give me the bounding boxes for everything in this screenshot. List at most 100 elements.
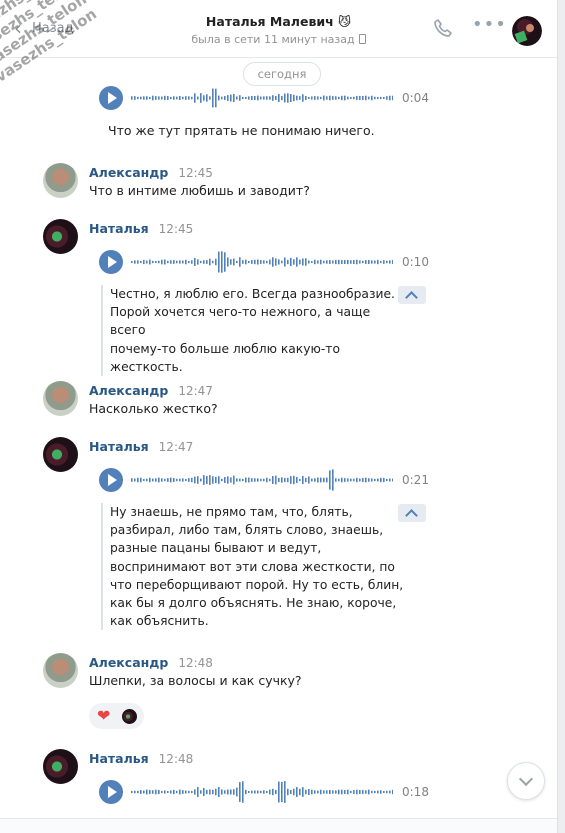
waveform-bar [200, 260, 202, 264]
author-name[interactable]: Наталья [89, 221, 149, 236]
waveform-bar [371, 260, 373, 264]
waveform-bar [296, 95, 298, 101]
audio-duration: 0:18 [402, 785, 429, 799]
audio-message: 0:18 [99, 780, 429, 806]
waveform-bar [233, 258, 235, 266]
waveform-bar [326, 96, 328, 100]
message-time: 12:47 [178, 384, 213, 398]
waveform-bar [389, 790, 391, 794]
waveform-bar [317, 260, 319, 264]
waveform-bar [209, 789, 211, 795]
message-author[interactable]: Александр 12:47 [89, 383, 213, 398]
message-author[interactable]: Александр 12:45 [89, 165, 213, 180]
message-composer[interactable] [0, 818, 557, 833]
audio-transcript: Ну знаешь, не прямо там, что, блять, раз… [101, 503, 406, 631]
waveform-bar [302, 475, 304, 485]
waveform-bar [152, 790, 154, 794]
waveform-bar [359, 789, 361, 795]
waveform-bar [365, 260, 367, 264]
waveform-bar [209, 96, 211, 100]
waveform-bar [140, 790, 142, 794]
waveform-bar [140, 260, 142, 264]
waveform-bar [218, 95, 220, 101]
message-text: Что в интиме любишь и заводит? [89, 183, 310, 198]
waveform-bar [380, 96, 382, 100]
avatar[interactable] [43, 163, 78, 198]
waveform-bar [227, 95, 229, 101]
collapse-transcript-button[interactable] [398, 504, 426, 522]
waveform-bar [371, 95, 373, 101]
waveform-bar [275, 95, 277, 101]
more-icon[interactable]: ••• [472, 16, 507, 34]
waveform-bar [245, 96, 247, 100]
avatar[interactable] [43, 749, 78, 784]
waveform-bar [200, 790, 202, 794]
waveform-bar [323, 95, 325, 101]
play-icon[interactable] [99, 86, 123, 110]
waveform-bar [335, 96, 337, 100]
waveform-bar [353, 260, 355, 264]
message-reactions[interactable]: ❤ [89, 703, 144, 729]
audio-waveform[interactable] [131, 468, 393, 492]
avatar[interactable] [43, 381, 78, 416]
avatar[interactable] [43, 219, 78, 254]
waveform-bar [371, 790, 373, 794]
avatar[interactable] [43, 437, 78, 472]
author-name[interactable]: Александр [89, 655, 168, 670]
scroll-to-bottom-button[interactable] [507, 762, 545, 800]
waveform-bar [353, 96, 355, 100]
play-icon[interactable] [99, 780, 123, 804]
waveform-bar [392, 478, 393, 482]
waveform-bar [356, 477, 358, 483]
audio-waveform[interactable] [131, 86, 393, 110]
waveform-bar [311, 789, 313, 795]
peer-avatar[interactable] [512, 16, 542, 46]
message-author[interactable]: Наталья 12:48 [89, 751, 193, 766]
waveform-bar [374, 96, 376, 100]
waveform-bar [236, 260, 238, 264]
waveform-bar [269, 259, 271, 265]
collapse-transcript-button[interactable] [398, 286, 426, 304]
waveform-bar [368, 478, 370, 482]
author-name[interactable]: Наталья [89, 751, 149, 766]
waveform-bar [359, 95, 361, 101]
audio-waveform[interactable] [131, 250, 393, 274]
waveform-bar [311, 260, 313, 264]
waveform-bar [380, 477, 382, 483]
waveform-bar [188, 260, 190, 264]
message-author[interactable]: Александр 12:48 [89, 655, 213, 670]
avatar[interactable] [43, 653, 78, 688]
waveform-bar [278, 94, 280, 102]
waveform-bar [212, 476, 214, 484]
author-name[interactable]: Александр [89, 383, 168, 398]
waveform-bar [386, 790, 388, 794]
waveform-bar [152, 478, 154, 482]
waveform-bar [263, 478, 265, 482]
waveform-bar [377, 96, 379, 100]
waveform-bar [167, 478, 169, 482]
message-author[interactable]: Наталья 12:47 [89, 439, 193, 454]
audio-message: 0:21 [99, 468, 429, 494]
waveform-bar [206, 260, 208, 264]
waveform-bar [338, 478, 340, 482]
waveform-bar [317, 790, 319, 794]
waveform-bar [329, 95, 331, 101]
waveform-bar [299, 478, 301, 482]
waveform-bar [257, 95, 259, 101]
waveform-bar [149, 477, 151, 483]
audio-waveform[interactable] [131, 780, 393, 804]
message-author[interactable]: Наталья 12:45 [89, 221, 193, 236]
reactor-avatar [122, 709, 137, 724]
author-name[interactable]: Наталья [89, 439, 149, 454]
author-name[interactable]: Александр [89, 165, 168, 180]
audio-message: 0:04 [99, 86, 429, 112]
waveform-bar [389, 478, 391, 482]
waveform-bar [257, 478, 259, 482]
waveform-bar [266, 477, 268, 483]
play-icon[interactable] [99, 468, 123, 492]
waveform-bar [251, 790, 253, 794]
waveform-bar [266, 790, 268, 794]
phone-icon[interactable] [433, 18, 453, 38]
play-icon[interactable] [99, 250, 123, 274]
waveform-bar [287, 93, 289, 103]
